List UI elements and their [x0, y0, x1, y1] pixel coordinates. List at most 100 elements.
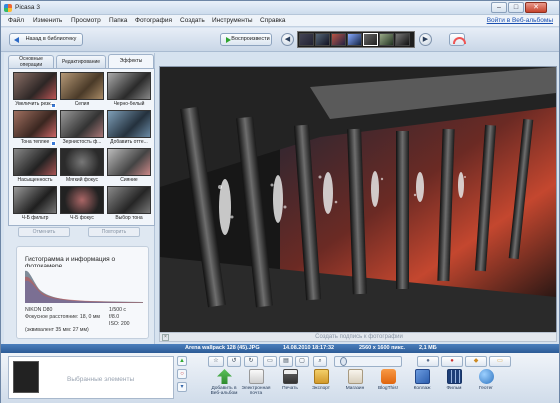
- action-geotag[interactable]: Геотег: [473, 369, 499, 401]
- effect-soft-focus[interactable]: Мягкий фокус: [60, 148, 104, 185]
- action-print[interactable]: Печать: [277, 369, 303, 401]
- tab-effects[interactable]: Эффекты: [108, 54, 154, 68]
- fit-icon[interactable]: ▢: [295, 356, 309, 367]
- action-movie[interactable]: Фильм: [441, 369, 467, 401]
- comment-icon[interactable]: ▭: [489, 356, 511, 367]
- edit-panel: Основные операции Редактирование Эффекты…: [4, 53, 155, 344]
- tag-icon[interactable]: ◆: [465, 356, 487, 367]
- add-to-album-icon[interactable]: ▾: [177, 382, 187, 392]
- action-upload[interactable]: Добавить в Веб-альбом: [211, 369, 237, 401]
- menu-file[interactable]: Файл: [8, 17, 24, 24]
- tray-thumbnail[interactable]: [13, 361, 39, 393]
- rotate-left-icon[interactable]: ↺: [227, 356, 241, 367]
- compare-icon[interactable]: ▤: [279, 356, 293, 367]
- filmstrip-thumb[interactable]: [347, 33, 362, 46]
- menu-photo[interactable]: Фотография: [135, 17, 172, 24]
- undo-button[interactable]: Отменить: [18, 227, 70, 237]
- effects-grid: Увеличить резк... Сепия Черно-белый Тона…: [8, 68, 155, 226]
- blogger-icon: [381, 369, 396, 384]
- tab-basic-fixes[interactable]: Основные операции: [8, 55, 54, 68]
- effect-filtered-bw[interactable]: Ч-Б фильтр: [13, 186, 57, 223]
- maximize-button[interactable]: □: [508, 2, 524, 13]
- zoom-icon[interactable]: ⌕: [313, 356, 327, 367]
- action-label: Магазин: [345, 386, 365, 391]
- effect-film-grain[interactable]: Зернистость ф...: [60, 110, 104, 147]
- zoom-slider-thumb[interactable]: [340, 357, 347, 366]
- hold-pin-icon[interactable]: ▲: [177, 356, 187, 366]
- effect-glow[interactable]: Сияние: [107, 148, 151, 185]
- close-button[interactable]: ✕: [525, 2, 547, 13]
- clear-tray-icon[interactable]: ○: [177, 369, 187, 379]
- web-albums-signin-link[interactable]: Войти в Веб-альбомы: [487, 17, 553, 24]
- filmstrip-thumb[interactable]: [379, 33, 394, 46]
- effect-label: Ч-Б фильтр: [21, 215, 49, 221]
- effect-label: Черно-белый: [113, 101, 145, 107]
- effect-warmify[interactable]: Тона теплее: [13, 110, 57, 147]
- photo-viewer[interactable]: [159, 66, 557, 334]
- effect-thumbnail: [107, 186, 151, 214]
- action-blogthis[interactable]: BlogThis!: [375, 369, 401, 401]
- arrow-right-icon[interactable]: ▶: [419, 33, 432, 46]
- filmstrip-thumb[interactable]: [395, 33, 410, 46]
- effect-thumbnail: [107, 72, 151, 100]
- people-icon[interactable]: ●: [417, 356, 439, 367]
- caption-input[interactable]: Создать подпись к фотографии: [160, 334, 558, 340]
- redo-button[interactable]: Повторить: [88, 227, 140, 237]
- slideshow-button[interactable]: Воспроизвести: [220, 33, 272, 46]
- caption-bar[interactable]: × Создать подпись к фотографии: [159, 332, 557, 342]
- menu-tools[interactable]: Инструменты: [212, 17, 253, 24]
- shutter-speed: 1/500 с: [109, 307, 127, 313]
- filmstrip-thumb-current[interactable]: [363, 33, 378, 46]
- action-label: Коллаж: [413, 386, 431, 391]
- filmstrip-thumb[interactable]: [331, 33, 346, 46]
- star-icon[interactable]: ☆: [208, 356, 224, 367]
- actual-size-icon[interactable]: ▭: [263, 356, 277, 367]
- action-label: Фильм: [446, 386, 462, 391]
- menu-edit[interactable]: Изменить: [33, 17, 62, 24]
- menu-view[interactable]: Просмотр: [71, 17, 101, 24]
- effect-tint[interactable]: Добавить отте...: [107, 110, 151, 147]
- effect-thumbnail: [107, 148, 151, 176]
- folder-icon: [314, 369, 329, 384]
- filmstrip-thumb[interactable]: [299, 33, 314, 46]
- rainbow-icon[interactable]: [449, 33, 466, 46]
- effect-black-white[interactable]: Черно-белый: [107, 72, 151, 109]
- effect-tone-picker[interactable]: Выбор тона: [107, 186, 151, 223]
- filmstrip-thumb[interactable]: [315, 33, 330, 46]
- action-export[interactable]: Экспорт: [308, 369, 334, 401]
- action-email[interactable]: Электронная почта: [241, 369, 271, 401]
- effect-thumbnail: [13, 110, 57, 138]
- action-label: Добавить в Веб-альбом: [210, 386, 238, 397]
- map-pin-icon[interactable]: ●: [441, 356, 463, 367]
- effect-label: Насыщенность: [17, 177, 53, 183]
- geotag-icon: [479, 369, 494, 384]
- effect-thumbnail: [107, 110, 151, 138]
- effect-label: Ч-Б фокус: [70, 215, 94, 221]
- back-to-library-button[interactable]: Назад в библиотеку: [9, 33, 83, 46]
- picasa-window: Picasa 3 – □ ✕ Файл Изменить Просмотр Па…: [0, 0, 560, 403]
- menu-create[interactable]: Создать: [180, 17, 205, 24]
- effect-sepia[interactable]: Сепия: [60, 72, 104, 109]
- menu-folder[interactable]: Папка: [109, 17, 127, 24]
- effect-label: Выбор тона: [115, 215, 143, 221]
- effect-thumbnail: [60, 186, 104, 214]
- effect-thumbnail: [60, 110, 104, 138]
- effect-label: Добавить отте...: [110, 139, 148, 145]
- email-icon: [249, 369, 264, 384]
- menu-help[interactable]: Справка: [260, 17, 286, 24]
- effect-focal-bw[interactable]: Ч-Б фокус: [60, 186, 104, 223]
- printer-icon: [283, 369, 298, 384]
- focal-equivalent: (эквивалент 35 мм: 27 мм): [25, 327, 89, 333]
- arrow-left-icon[interactable]: ◀: [281, 33, 294, 46]
- upload-icon: [217, 369, 232, 384]
- action-collage[interactable]: Коллаж: [409, 369, 435, 401]
- rotate-right-icon[interactable]: ↻: [244, 356, 258, 367]
- minimize-button[interactable]: –: [491, 2, 507, 13]
- histogram-panel: Гистограмма и информация о фотокамере NI…: [16, 246, 149, 339]
- tab-tuning[interactable]: Редактирование: [56, 55, 106, 68]
- effect-sharpen[interactable]: Увеличить резк...: [13, 72, 57, 109]
- effect-saturation[interactable]: Насыщенность: [13, 148, 57, 185]
- action-shop[interactable]: Магазин: [342, 369, 368, 401]
- action-label: Электронная почта: [241, 386, 271, 397]
- edit-tabs: Основные операции Редактирование Эффекты: [8, 54, 155, 68]
